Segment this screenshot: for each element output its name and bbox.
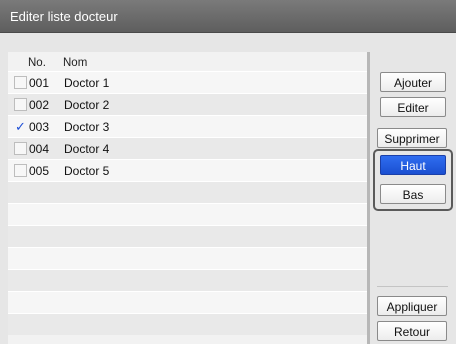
list-row-empty: [8, 247, 367, 269]
row-name: Doctor 3: [64, 120, 110, 134]
divider: [377, 286, 448, 287]
list-row-empty: [8, 203, 367, 225]
list-row-2[interactable]: 002 Doctor 2: [8, 93, 367, 115]
edit-button[interactable]: Editer: [380, 97, 446, 117]
row-number: 003: [29, 120, 50, 134]
list-row-4[interactable]: 004 Doctor 4: [8, 137, 367, 159]
row-checkbox[interactable]: [14, 142, 27, 155]
add-button[interactable]: Ajouter: [380, 72, 446, 92]
delete-button[interactable]: Supprimer: [377, 128, 447, 148]
list-row-empty: [8, 181, 367, 203]
column-header-nom: Nom: [63, 57, 88, 69]
row-checkbox[interactable]: [14, 164, 27, 177]
list-rows: 001 Doctor 1 002 Doctor 2 ✓ 003 Doctor 3…: [8, 71, 367, 335]
edit-doctor-list-window: Editer liste docteur No. Nom 001 Doctor …: [0, 0, 456, 344]
back-button[interactable]: Retour: [377, 321, 447, 341]
column-header-no: No.: [28, 57, 46, 69]
doctor-list[interactable]: No. Nom 001 Doctor 1 002 Doctor 2 ✓ 003 …: [8, 52, 370, 344]
move-up-button[interactable]: Haut: [380, 155, 446, 175]
list-header: No. Nom: [8, 56, 367, 71]
list-row-empty: [8, 291, 367, 313]
row-name: Doctor 2: [64, 98, 110, 112]
apply-button[interactable]: Appliquer: [377, 296, 447, 316]
row-number: 005: [29, 164, 50, 178]
row-name: Doctor 4: [64, 142, 110, 156]
list-row-1[interactable]: 001 Doctor 1: [8, 71, 367, 93]
list-row-3[interactable]: ✓ 003 Doctor 3: [8, 115, 367, 137]
list-row-5[interactable]: 005 Doctor 5: [8, 159, 367, 181]
row-checkbox[interactable]: [14, 76, 27, 89]
row-checkbox-checked[interactable]: ✓: [14, 120, 27, 133]
list-row-empty: [8, 313, 367, 335]
move-down-button[interactable]: Bas: [380, 184, 446, 204]
window-title: Editer liste docteur: [0, 0, 456, 33]
list-row-empty: [8, 225, 367, 247]
row-name: Doctor 1: [64, 76, 110, 90]
row-checkbox[interactable]: [14, 98, 27, 111]
row-number: 002: [29, 98, 50, 112]
row-number: 001: [29, 76, 50, 90]
list-row-empty: [8, 269, 367, 291]
row-name: Doctor 5: [64, 164, 110, 178]
row-number: 004: [29, 142, 50, 156]
